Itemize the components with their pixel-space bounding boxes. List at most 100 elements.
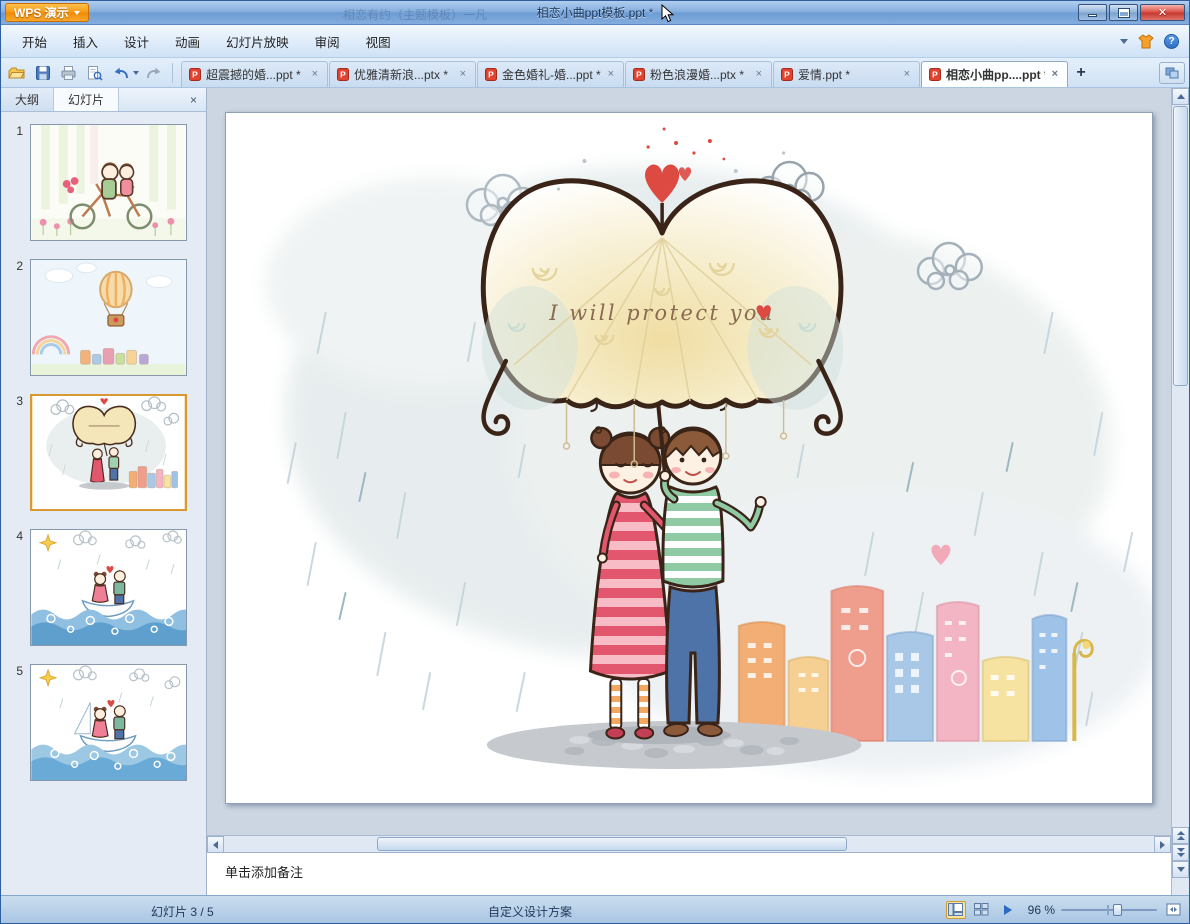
slide-number: 1 — [16, 124, 23, 138]
umbrella-caption-text[interactable]: I will protect you — [548, 301, 775, 325]
triangle-right-icon — [1160, 840, 1165, 849]
help-button[interactable]: ? — [1164, 33, 1179, 49]
menu-item-design[interactable]: 设计 — [111, 24, 162, 59]
new-tab-button[interactable]: + — [1069, 61, 1093, 85]
triangle-down-icon — [1176, 867, 1185, 872]
close-button[interactable]: ✕ — [1140, 4, 1185, 21]
zoom-slider-thumb[interactable] — [1113, 903, 1122, 916]
menu-item-review[interactable]: 审阅 — [302, 24, 353, 59]
tab-slides[interactable]: 幻灯片 — [54, 88, 120, 111]
document-tab-label: 超震撼的婚...ppt * — [206, 68, 301, 82]
scroll-up-button[interactable] — [1172, 88, 1189, 105]
tab-close-icon[interactable]: × — [310, 68, 320, 81]
print-button[interactable] — [57, 61, 80, 84]
slide-number: 3 — [16, 394, 23, 408]
titlebar-ghost-text: 相恋有约（主题模板）一凡 — [343, 8, 488, 22]
normal-view-button[interactable] — [945, 900, 966, 919]
wps-presentation-window: WPS 演示 相恋有约（主题模板）一凡 相恋小曲ppt模板.ppt * ✕ 开始… — [0, 0, 1190, 924]
play-icon — [1003, 904, 1012, 915]
document-tab-1[interactable]: P 超震撼的婚...ppt * × — [181, 61, 328, 87]
scroll-left-button[interactable] — [207, 836, 224, 853]
document-tab-5[interactable]: P 爱情.ppt * × — [773, 61, 920, 87]
menu-item-slideshow[interactable]: 幻灯片放映 — [213, 24, 302, 59]
minimize-button[interactable] — [1078, 4, 1107, 21]
window-title: 相恋小曲ppt模板.ppt * — [536, 6, 654, 20]
current-slide[interactable]: I will protect you — [225, 112, 1153, 804]
menu-item-home[interactable]: 开始 — [9, 24, 60, 59]
collapse-ribbon-icon[interactable] — [1120, 38, 1128, 44]
tab-close-icon[interactable]: × — [754, 68, 764, 81]
menu-item-view[interactable]: 视图 — [353, 24, 404, 59]
vertical-scrollbar[interactable] — [1171, 88, 1189, 895]
thumbnail-art-balloon — [31, 260, 186, 375]
next-slide-button[interactable] — [1172, 844, 1189, 861]
save-button[interactable] — [31, 61, 54, 84]
maximize-icon — [1118, 8, 1129, 17]
ppt-file-icon: P — [929, 68, 941, 81]
horizontal-scroll-thumb[interactable] — [377, 837, 847, 851]
close-icon: ✕ — [1157, 7, 1168, 19]
double-down-icon — [1176, 848, 1185, 857]
undo-button[interactable] — [109, 61, 132, 84]
slide-editing-canvas[interactable]: I will protect you — [207, 88, 1171, 835]
slide-thumbnail-2[interactable] — [30, 259, 187, 376]
print-preview-icon — [88, 65, 103, 81]
open-button[interactable] — [5, 61, 28, 84]
zoom-slider-center-tick — [1107, 904, 1109, 915]
skin-theme-icon[interactable] — [1138, 33, 1154, 49]
printer-icon — [61, 65, 76, 80]
minimize-icon — [1088, 14, 1097, 17]
main-area: I will protect you 单击添加备注 — [207, 88, 1171, 895]
notes-placeholder[interactable]: 单击添加备注 — [225, 865, 303, 880]
slide-thumbnail-3[interactable] — [30, 394, 187, 511]
maximize-button[interactable] — [1109, 4, 1138, 21]
design-scheme-label[interactable]: 自定义设计方案 — [488, 903, 572, 920]
wps-app-menu-label: WPS 演示 — [14, 6, 69, 20]
slide-panel-tabs: 大纲 幻灯片 × — [1, 88, 206, 112]
thumbnail-art-waves-couple — [31, 530, 186, 645]
tab-outline[interactable]: 大纲 — [1, 88, 55, 111]
slide-counter: 幻灯片 3 / 5 — [151, 905, 214, 919]
slide-sorter-view-button[interactable] — [972, 901, 992, 919]
mouse-cursor — [661, 4, 674, 23]
slide-thumbnail-row-3-selected: 3 — [1, 394, 206, 511]
slide-thumbnail-1[interactable] — [30, 124, 187, 241]
document-tab-6-active[interactable]: P 相恋小曲pp....ppt * × — [921, 61, 1068, 87]
wps-app-menu-button[interactable]: WPS 演示 — [5, 3, 89, 22]
menu-item-animation[interactable]: 动画 — [162, 24, 213, 59]
scroll-right-button[interactable] — [1154, 836, 1171, 853]
open-folder-icon — [8, 67, 25, 78]
notes-pane[interactable]: 单击添加备注 — [207, 852, 1171, 895]
slide-thumbnail-row-4: 4 — [1, 529, 206, 646]
redo-button[interactable] — [142, 61, 165, 84]
horizontal-scrollbar[interactable] — [207, 835, 1171, 853]
scroll-down-button[interactable] — [1172, 861, 1189, 878]
slide-thumbnail-row-2: 2 — [1, 259, 206, 376]
document-tab-3[interactable]: P 金色婚礼-婚...ppt * × — [477, 61, 624, 87]
slide-thumbnail-4[interactable] — [30, 529, 187, 646]
previous-slide-button[interactable] — [1172, 827, 1189, 844]
slide-thumbnail-5[interactable] — [30, 664, 187, 781]
vertical-scroll-thumb[interactable] — [1173, 106, 1188, 386]
ppt-file-icon: P — [337, 68, 349, 81]
undo-dropdown-icon[interactable] — [133, 70, 139, 75]
zoom-slider[interactable] — [1061, 901, 1157, 919]
tab-close-icon[interactable]: × — [1050, 68, 1060, 81]
titlebar: WPS 演示 相恋有约（主题模板）一凡 相恋小曲ppt模板.ppt * ✕ — [1, 1, 1189, 25]
tab-close-icon[interactable]: × — [606, 68, 616, 81]
menu-bar: 开始 插入 设计 动画 幻灯片放映 审阅 视图 ? — [1, 25, 1189, 58]
document-tab-2[interactable]: P 优雅清新浪...ptx * × — [329, 61, 476, 87]
undo-icon — [114, 67, 128, 79]
document-tab-4[interactable]: P 粉色浪漫婚...ptx * × — [625, 61, 772, 87]
zoom-slider-track — [1061, 908, 1157, 911]
thumbnail-art-bicycle-couple — [31, 125, 186, 240]
slideshow-play-button[interactable] — [998, 901, 1018, 919]
menu-item-insert[interactable]: 插入 — [60, 24, 111, 59]
tab-close-icon[interactable]: × — [902, 68, 912, 81]
tab-close-icon[interactable]: × — [458, 68, 468, 81]
ppt-file-icon: P — [633, 68, 645, 81]
close-pane-icon[interactable]: × — [186, 92, 201, 107]
tab-list-button[interactable] — [1159, 61, 1185, 84]
print-preview-button[interactable] — [83, 61, 106, 84]
fit-window-button[interactable] — [1163, 901, 1183, 919]
